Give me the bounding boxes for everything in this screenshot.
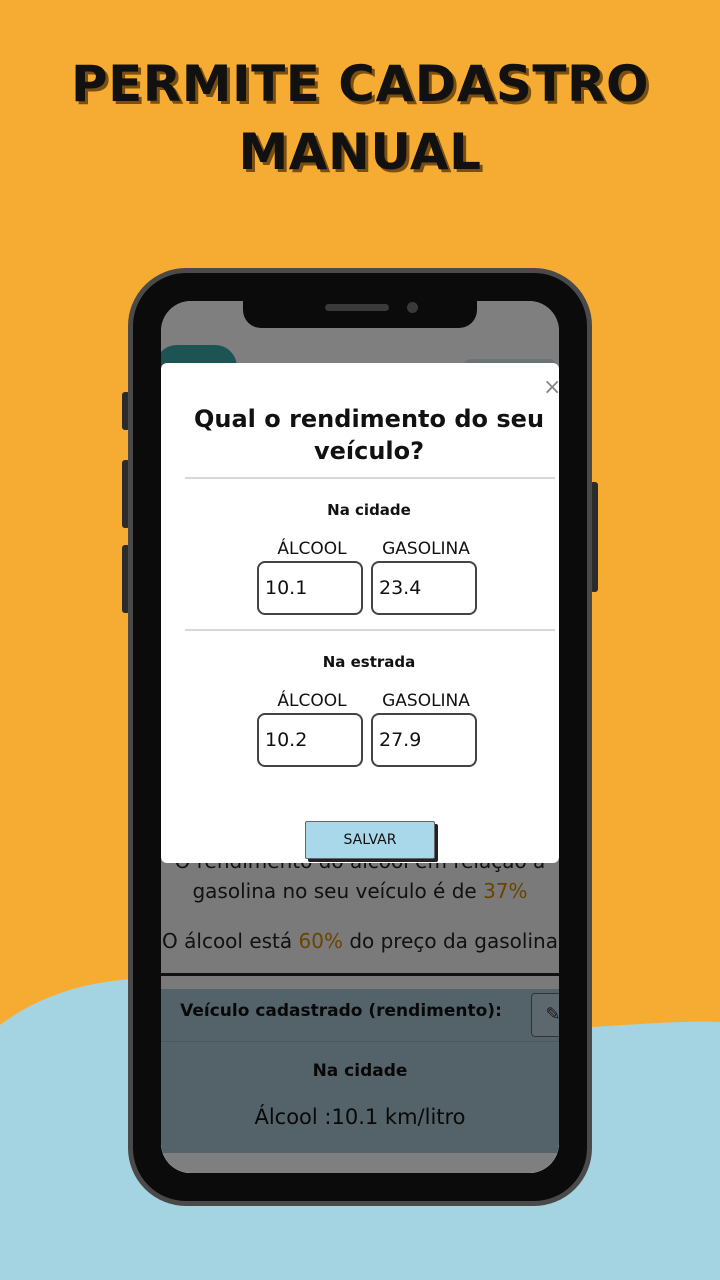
divider [185,629,555,631]
divider [185,477,555,479]
yield-modal: × Qual o rendimento do seu veículo? Na c… [161,363,559,863]
road-gasoline-input[interactable]: 27.9 [371,713,477,767]
road-alcohol-label: ÁLCOOL [277,691,347,711]
city-alcohol-input[interactable]: 10.1 [257,561,363,615]
city-alcohol-label: ÁLCOOL [277,539,347,559]
road-alcohol-input[interactable]: 10.2 [257,713,363,767]
headline-line-2: MANUAL [238,123,482,181]
road-gasoline-label: GASOLINA [382,691,470,711]
city-section-label: Na cidade [327,501,411,519]
front-camera [407,302,418,313]
city-gasoline-input[interactable]: 23.4 [371,561,477,615]
close-icon[interactable]: × [543,377,559,399]
phone-screen: O rendimento do álcool em relação a gaso… [161,301,559,1173]
promo-headline: PERMITE CADASTRO MANUAL [0,50,720,186]
road-section-label: Na estrada [322,653,416,671]
speaker-grille [325,304,389,311]
city-gasoline-label: GASOLINA [382,539,470,559]
phone-frame: O rendimento do álcool em relação a gaso… [128,268,592,1206]
headline-line-1: PERMITE CADASTRO [70,55,650,113]
phone-notch [243,296,477,328]
modal-title: Qual o rendimento do seu veículo? [193,405,545,465]
save-button[interactable]: SALVAR [305,821,435,859]
